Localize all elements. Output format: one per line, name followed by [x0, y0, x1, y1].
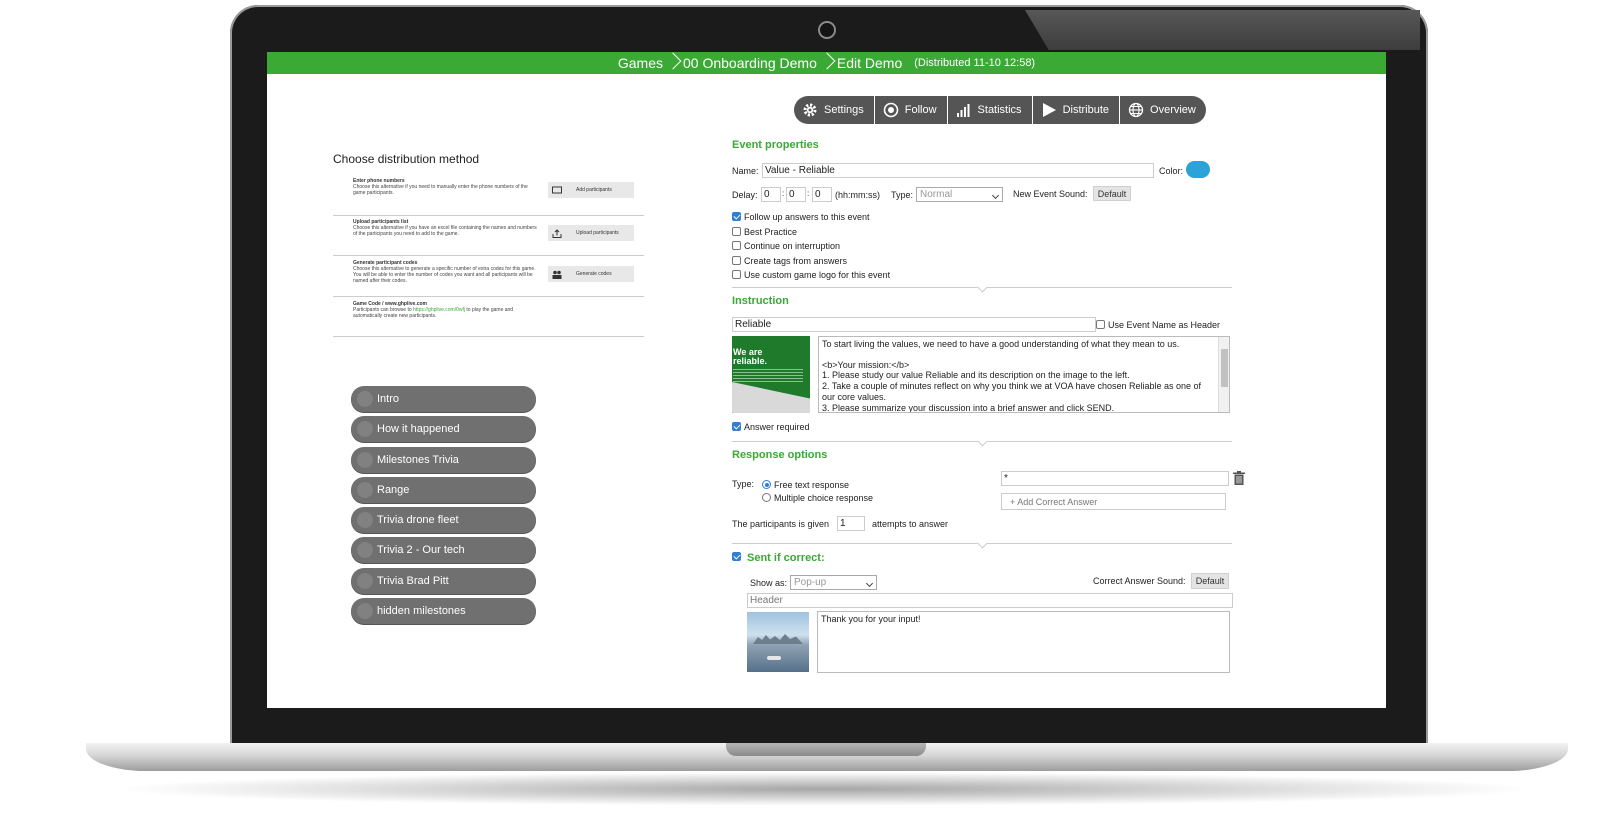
color-label: Color:: [1159, 166, 1184, 176]
answer-required-checkbox[interactable]: Answer required: [732, 422, 810, 432]
chevron-down-icon: [865, 579, 874, 588]
answer-input[interactable]: *: [1001, 471, 1229, 486]
users-icon: [552, 270, 562, 279]
message-image[interactable]: [747, 612, 809, 672]
distribution-title: Choose distribution method: [333, 152, 480, 166]
event-item-trivia-brad-pitt[interactable]: Trivia Brad Pitt: [351, 567, 536, 594]
instruction-heading: Instruction: [732, 295, 789, 307]
follow-button[interactable]: Follow: [874, 96, 948, 124]
show-as-select[interactable]: Pop-up: [790, 575, 877, 590]
event-name-input[interactable]: Value - Reliable: [762, 163, 1154, 178]
distributed-date: (Distributed 11-10 12:58): [914, 57, 1036, 69]
generate-codes-button[interactable]: Generate codes: [548, 266, 634, 282]
chevron-right-icon: [821, 52, 833, 74]
phone-icon: [552, 186, 562, 194]
event-item-milestones-trivia[interactable]: Milestones Trivia: [351, 446, 536, 473]
delay-minutes-input[interactable]: 0: [786, 187, 806, 202]
toolbar: Settings Follow Statistics Distribute Ov…: [794, 96, 1206, 124]
attempts-suffix: attempts to answer: [872, 519, 949, 529]
distribution-option-gamecode: Game Code / www.ghplive.com Participants…: [333, 301, 644, 337]
divider: [732, 543, 1232, 544]
instruction-body-textarea[interactable]: To start living the values, we need to h…: [818, 336, 1230, 413]
multiple-choice-radio[interactable]: Multiple choice response: [762, 492, 873, 505]
best-practice-checkbox[interactable]: Best Practice: [732, 225, 890, 240]
breadcrumb-games[interactable]: Games: [618, 55, 663, 71]
breadcrumb-game[interactable]: 00 Onboarding Demo: [683, 55, 817, 71]
event-item-trivia-drone-fleet[interactable]: Trivia drone fleet: [351, 507, 536, 534]
type-select[interactable]: Normal: [916, 187, 1003, 202]
delay-label: Delay:: [732, 190, 758, 200]
globe-icon: [1128, 102, 1144, 118]
correct-sound-label: Correct Answer Sound:: [1093, 576, 1186, 586]
statistics-button[interactable]: Statistics: [947, 96, 1033, 124]
divider: [732, 441, 1232, 442]
create-tags-checkbox[interactable]: Create tags from answers: [732, 254, 890, 269]
add-correct-answer-button[interactable]: + Add Correct Answer: [1001, 493, 1226, 510]
distribution-option-codes: Generate participant codes Choose this a…: [333, 260, 644, 297]
chevron-down-icon: [991, 191, 1000, 200]
event-item-how-it-happened[interactable]: How it happened: [351, 416, 536, 443]
delay-seconds-input[interactable]: 0: [812, 187, 832, 202]
correct-sound-default-button[interactable]: Default: [1191, 573, 1229, 589]
correct-message-textarea[interactable]: Thank you for your input!: [817, 611, 1230, 673]
response-type-label: Type:: [732, 479, 755, 489]
play-icon: [1041, 102, 1057, 118]
name-label: Name:: [732, 166, 759, 176]
event-item-intro[interactable]: Intro: [351, 386, 536, 412]
lid-glare: [1025, 10, 1420, 50]
divider: [732, 287, 1232, 288]
upload-participants-button[interactable]: Upload participants: [548, 225, 634, 241]
header-input[interactable]: Header: [747, 593, 1233, 608]
event-list: Intro How it happened Milestones Trivia …: [351, 386, 536, 628]
overview-button[interactable]: Overview: [1120, 96, 1206, 124]
gear-icon: [802, 102, 818, 118]
delay-hours-input[interactable]: 0: [761, 187, 781, 202]
continue-interruption-checkbox[interactable]: Continue on interruption: [732, 239, 890, 254]
scrollbar[interactable]: [1218, 337, 1229, 412]
laptop-shadow: [110, 772, 1540, 806]
chevron-right-icon: [667, 52, 679, 74]
custom-logo-checkbox[interactable]: Use custom game logo for this event: [732, 268, 890, 283]
trash-icon[interactable]: [1233, 471, 1245, 487]
breadcrumb-edit[interactable]: Edit Demo: [837, 55, 902, 71]
breadcrumb: Games 00 Onboarding Demo Edit Demo (Dist…: [267, 52, 1386, 74]
type-label: Type:: [891, 190, 914, 200]
event-options: Follow up answers to this event Best Pra…: [732, 210, 890, 283]
response-options-heading: Response options: [732, 449, 828, 461]
sent-if-correct-heading: Sent if correct:: [747, 552, 825, 564]
show-as-label: Show as:: [750, 578, 788, 588]
attempts-prefix: The participants is given: [732, 519, 830, 529]
attempts-input[interactable]: 1: [837, 516, 865, 531]
upload-icon: [552, 229, 562, 238]
event-item-hidden-milestones[interactable]: hidden milestones: [351, 598, 536, 625]
distribution-option-phone: Enter phone numbers Choose this alternat…: [333, 178, 644, 216]
use-event-name-checkbox[interactable]: Use Event Name as Header: [1096, 320, 1220, 330]
instruction-title-input[interactable]: Reliable: [732, 317, 1096, 332]
follow-icon: [883, 102, 899, 118]
distribute-button[interactable]: Distribute: [1032, 96, 1121, 124]
instruction-image[interactable]: We are reliable.: [732, 336, 810, 413]
screen: Games 00 Onboarding Demo Edit Demo (Dist…: [267, 52, 1386, 708]
sent-if-correct-checkbox[interactable]: [732, 552, 744, 562]
event-properties-heading: Event properties: [732, 139, 819, 151]
bar-chart-icon: [956, 102, 972, 118]
camera-icon: [818, 21, 836, 39]
event-item-range[interactable]: Range: [351, 476, 536, 503]
new-event-sound-label: New Event Sound:: [1013, 189, 1088, 199]
add-participants-button[interactable]: Add participants: [548, 182, 634, 198]
delay-unit-label: (hh:mm:ss): [835, 190, 880, 200]
laptop-notch: [726, 743, 926, 756]
distribution-option-upload: Upload participants list Choose this alt…: [333, 219, 644, 256]
event-item-trivia-2[interactable]: Trivia 2 - Our tech: [351, 537, 536, 564]
color-swatch[interactable]: [1186, 161, 1210, 178]
response-type-group: Free text response Multiple choice respo…: [762, 479, 873, 504]
event-sound-default-button[interactable]: Default: [1093, 186, 1131, 201]
settings-button[interactable]: Settings: [794, 96, 875, 124]
follow-up-checkbox[interactable]: Follow up answers to this event: [732, 210, 890, 225]
free-text-radio[interactable]: Free text response: [762, 479, 873, 492]
